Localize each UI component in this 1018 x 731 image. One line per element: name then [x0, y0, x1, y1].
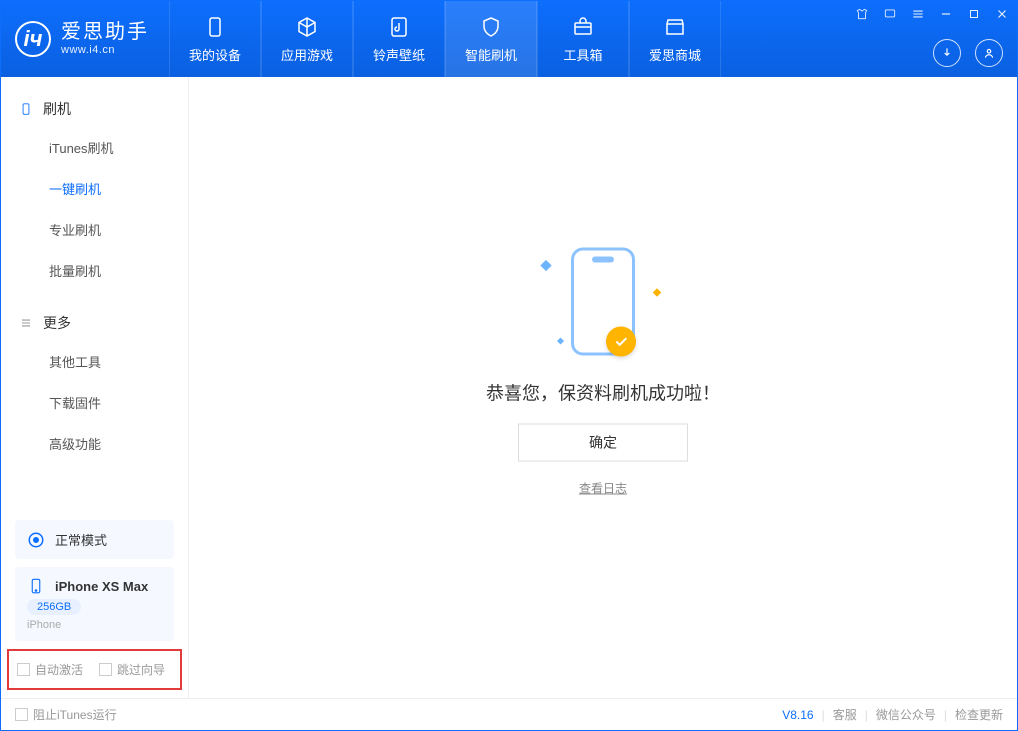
list-icon: [19, 316, 33, 330]
sidebar-item-batch-flash[interactable]: 批量刷机: [1, 250, 188, 291]
checkbox-label: 自动激活: [35, 661, 83, 678]
nav-label: 爱思商城: [649, 45, 701, 64]
nav-ringtones[interactable]: 铃声壁纸: [353, 1, 445, 77]
download-button[interactable]: [933, 39, 961, 67]
header-right: [933, 39, 1003, 67]
view-log-link[interactable]: 查看日志: [579, 479, 627, 496]
sidebar-item-download-firmware[interactable]: 下载固件: [1, 382, 188, 423]
sparkle-icon: [540, 260, 551, 271]
sidebar-group-flash: 刷机 iTunes刷机 一键刷机 专业刷机 批量刷机: [1, 77, 188, 291]
device-icon: [27, 577, 45, 595]
feedback-icon[interactable]: [881, 5, 899, 23]
support-link[interactable]: 客服: [833, 706, 857, 723]
logo-area: iч 爱思助手 www.i4.cn: [1, 1, 169, 77]
nav-store[interactable]: 爱思商城: [629, 1, 721, 77]
window-controls: [853, 5, 1011, 23]
sidebar-item-pro-flash[interactable]: 专业刷机: [1, 209, 188, 250]
sidebar-item-oneclick-flash[interactable]: 一键刷机: [1, 168, 188, 209]
store-icon: [663, 15, 687, 39]
wechat-link[interactable]: 微信公众号: [876, 706, 936, 723]
phone-icon: [571, 247, 635, 355]
nav-apps[interactable]: 应用游戏: [261, 1, 353, 77]
close-button[interactable]: [993, 5, 1011, 23]
checkbox-label: 跳过向导: [117, 661, 165, 678]
sidebar-group-title: 更多: [43, 313, 71, 333]
version-label: V8.16: [782, 708, 813, 722]
success-message: 恭喜您，保资料刷机成功啦！: [486, 379, 720, 405]
footer: 阻止iTunes运行 V8.16 | 客服 | 微信公众号 | 检查更新: [1, 698, 1017, 730]
tshirt-icon[interactable]: [853, 5, 871, 23]
minimize-button[interactable]: [937, 5, 955, 23]
logo-icon: iч: [15, 21, 51, 57]
nav-label: 我的设备: [189, 45, 241, 64]
user-button[interactable]: [975, 39, 1003, 67]
sidebar: 刷机 iTunes刷机 一键刷机 专业刷机 批量刷机 更多 其他工具 下载固件 …: [1, 77, 189, 698]
success-panel: 恭喜您，保资料刷机成功啦！ 确定 查看日志: [486, 241, 720, 496]
device-capacity: 256GB: [27, 599, 81, 615]
check-update-link[interactable]: 检查更新: [955, 706, 1003, 723]
device-icon: [203, 15, 227, 39]
phone-icon: [19, 102, 33, 116]
checkbox-icon: [15, 708, 28, 721]
music-icon: [387, 15, 411, 39]
checkbox-auto-activate[interactable]: 自动激活: [17, 661, 83, 678]
sparkle-icon: [557, 337, 564, 344]
sidebar-group-more: 更多 其他工具 下载固件 高级功能: [1, 291, 188, 464]
sidebar-item-other-tools[interactable]: 其他工具: [1, 341, 188, 382]
toolbox-icon: [571, 15, 595, 39]
sidebar-item-itunes-flash[interactable]: iTunes刷机: [1, 127, 188, 168]
nav-label: 铃声壁纸: [373, 45, 425, 64]
nav-label: 应用游戏: [281, 45, 333, 64]
nav-my-device[interactable]: 我的设备: [169, 1, 261, 77]
checkbox-icon: [99, 663, 112, 676]
highlighted-options: 自动激活 跳过向导: [7, 649, 182, 690]
nav-label: 智能刷机: [465, 45, 517, 64]
top-nav: 我的设备 应用游戏 铃声壁纸 智能刷机 工具箱 爱思商城: [169, 1, 721, 77]
device-name: iPhone XS Max: [55, 579, 148, 594]
sidebar-item-advanced[interactable]: 高级功能: [1, 423, 188, 464]
header: iч 爱思助手 www.i4.cn 我的设备 应用游戏 铃声壁纸 智能刷机: [1, 1, 1017, 77]
checkbox-label: 阻止iTunes运行: [33, 706, 117, 723]
sparkle-icon: [653, 288, 661, 296]
sidebar-head-flash: 刷机: [1, 91, 188, 127]
checkbox-skip-guide[interactable]: 跳过向导: [99, 661, 165, 678]
nav-toolbox[interactable]: 工具箱: [537, 1, 629, 77]
success-illustration: [518, 241, 688, 361]
nav-flash[interactable]: 智能刷机: [445, 1, 537, 77]
app-window: iч 爱思助手 www.i4.cn 我的设备 应用游戏 铃声壁纸 智能刷机: [0, 0, 1018, 731]
app-title: 爱思助手: [61, 20, 149, 44]
nav-label: 工具箱: [563, 45, 602, 64]
checkbox-block-itunes[interactable]: 阻止iTunes运行: [15, 706, 117, 723]
body: 刷机 iTunes刷机 一键刷机 专业刷机 批量刷机 更多 其他工具 下载固件 …: [1, 77, 1017, 698]
sidebar-bottom: 正常模式 iPhone XS Max 256GB iPhone 自动激活: [1, 512, 188, 698]
checkbox-icon: [17, 663, 30, 676]
mode-label: 正常模式: [55, 530, 107, 549]
device-box[interactable]: iPhone XS Max 256GB iPhone: [15, 567, 174, 641]
device-type: iPhone: [27, 619, 162, 631]
sidebar-head-more: 更多: [1, 305, 188, 341]
logo-text: 爱思助手 www.i4.cn: [61, 20, 149, 57]
cube-icon: [295, 15, 319, 39]
menu-icon[interactable]: [909, 5, 927, 23]
main-content: 恭喜您，保资料刷机成功啦！ 确定 查看日志: [189, 77, 1017, 698]
mode-icon: [27, 531, 45, 549]
ok-button[interactable]: 确定: [518, 423, 688, 461]
shield-icon: [479, 15, 503, 39]
check-badge-icon: [606, 326, 636, 356]
sidebar-group-title: 刷机: [43, 99, 71, 119]
mode-box[interactable]: 正常模式: [15, 520, 174, 559]
maximize-button[interactable]: [965, 5, 983, 23]
app-subtitle: www.i4.cn: [61, 44, 149, 57]
